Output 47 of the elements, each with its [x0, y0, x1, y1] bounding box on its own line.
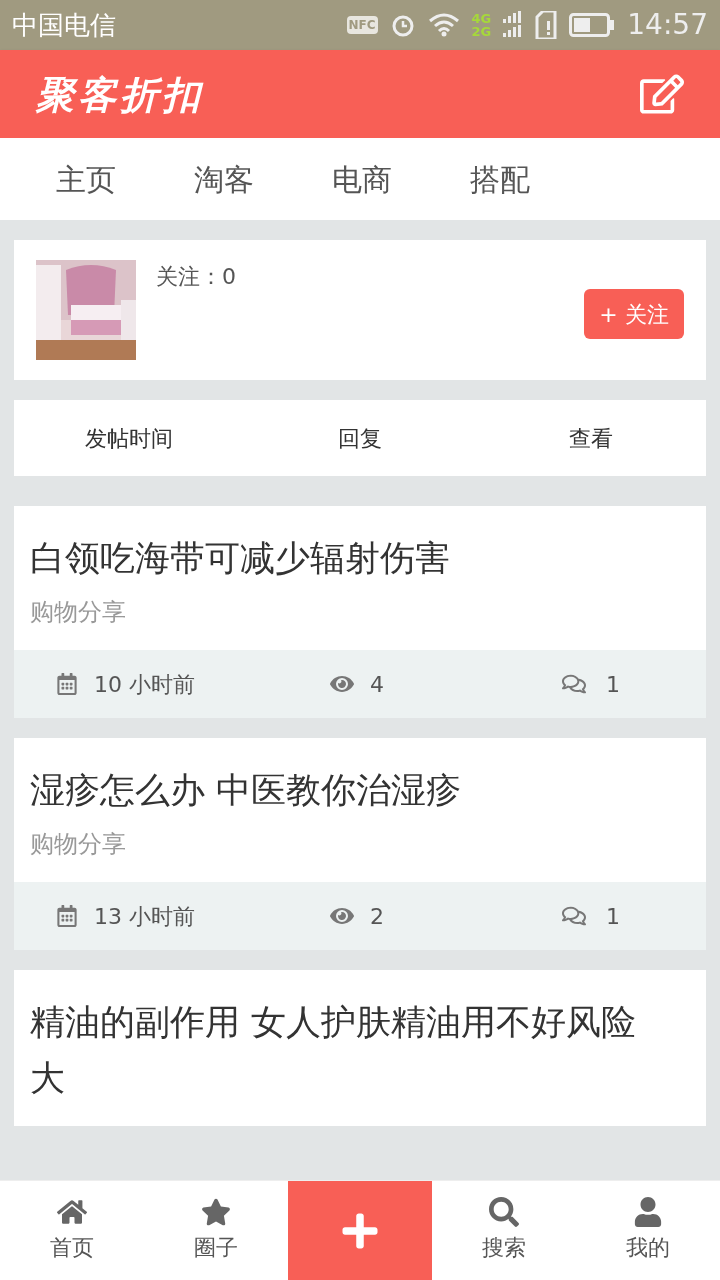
- battery-icon: [569, 13, 616, 37]
- comments-icon: [562, 672, 586, 696]
- carrier-name: 中国电信: [12, 8, 116, 42]
- nav-tab[interactable]: 我的: [576, 1181, 720, 1280]
- sort-option[interactable]: 查看: [475, 421, 706, 455]
- reply-count: 1: [606, 902, 620, 931]
- add-button[interactable]: [288, 1181, 432, 1280]
- category-tab[interactable]: 搭配: [431, 156, 569, 202]
- star-icon: [201, 1197, 231, 1227]
- post-card[interactable]: 精油的副作用 女人护肤精油用不好风险大: [14, 970, 706, 1126]
- network-type: 4G: [471, 12, 492, 25]
- search-icon: [489, 1197, 519, 1227]
- post-title: 湿疹怎么办 中医教你治湿疹: [30, 769, 463, 812]
- category-tab[interactable]: 主页: [17, 156, 155, 202]
- clock: 14:57: [627, 7, 708, 43]
- nav-tab[interactable]: 首页: [0, 1181, 144, 1280]
- edit-icon: [640, 72, 684, 116]
- view-count: 2: [370, 902, 384, 931]
- post-title: 精油的副作用 女人护肤精油用不好风险大: [30, 1001, 638, 1100]
- nav-tab[interactable]: 圈子: [144, 1181, 288, 1280]
- category-tab[interactable]: 淘客: [155, 156, 293, 202]
- reply-count: 1: [606, 670, 620, 699]
- follow-count: 关注：0: [156, 263, 236, 291]
- view-count: 4: [370, 670, 384, 699]
- category-tab[interactable]: 电商: [293, 156, 431, 202]
- post-card[interactable]: 白领吃海带可减少辐射伤害 购物分享 10 小时前 4 1: [14, 506, 706, 718]
- signal-icon: [503, 11, 524, 39]
- wifi-icon: [427, 13, 460, 37]
- calendar-icon: [56, 673, 78, 695]
- nfc-badge: NFC: [346, 16, 378, 34]
- comments-icon: [562, 904, 586, 928]
- calendar-icon: [56, 905, 78, 927]
- user-icon: [633, 1197, 663, 1227]
- compose-button[interactable]: [640, 72, 684, 116]
- post-category: 购物分享: [30, 829, 127, 860]
- post-time: 13 小时前: [94, 902, 195, 931]
- post-time: 10 小时前: [94, 670, 195, 699]
- app-logo: 聚客折扣: [36, 70, 204, 119]
- sort-option[interactable]: 回复: [244, 421, 476, 455]
- home-icon: [57, 1197, 87, 1227]
- post-card[interactable]: 湿疹怎么办 中医教你治湿疹 购物分享 13 小时前 2 1: [14, 738, 706, 950]
- post-category: 购物分享: [30, 597, 127, 628]
- nav-tab[interactable]: 搜索: [432, 1181, 576, 1280]
- network-type: 2G: [471, 25, 492, 38]
- post-title: 白领吃海带可减少辐射伤害: [30, 537, 451, 580]
- sim-icon: [535, 11, 558, 39]
- sort-option[interactable]: 发帖时间: [14, 421, 245, 455]
